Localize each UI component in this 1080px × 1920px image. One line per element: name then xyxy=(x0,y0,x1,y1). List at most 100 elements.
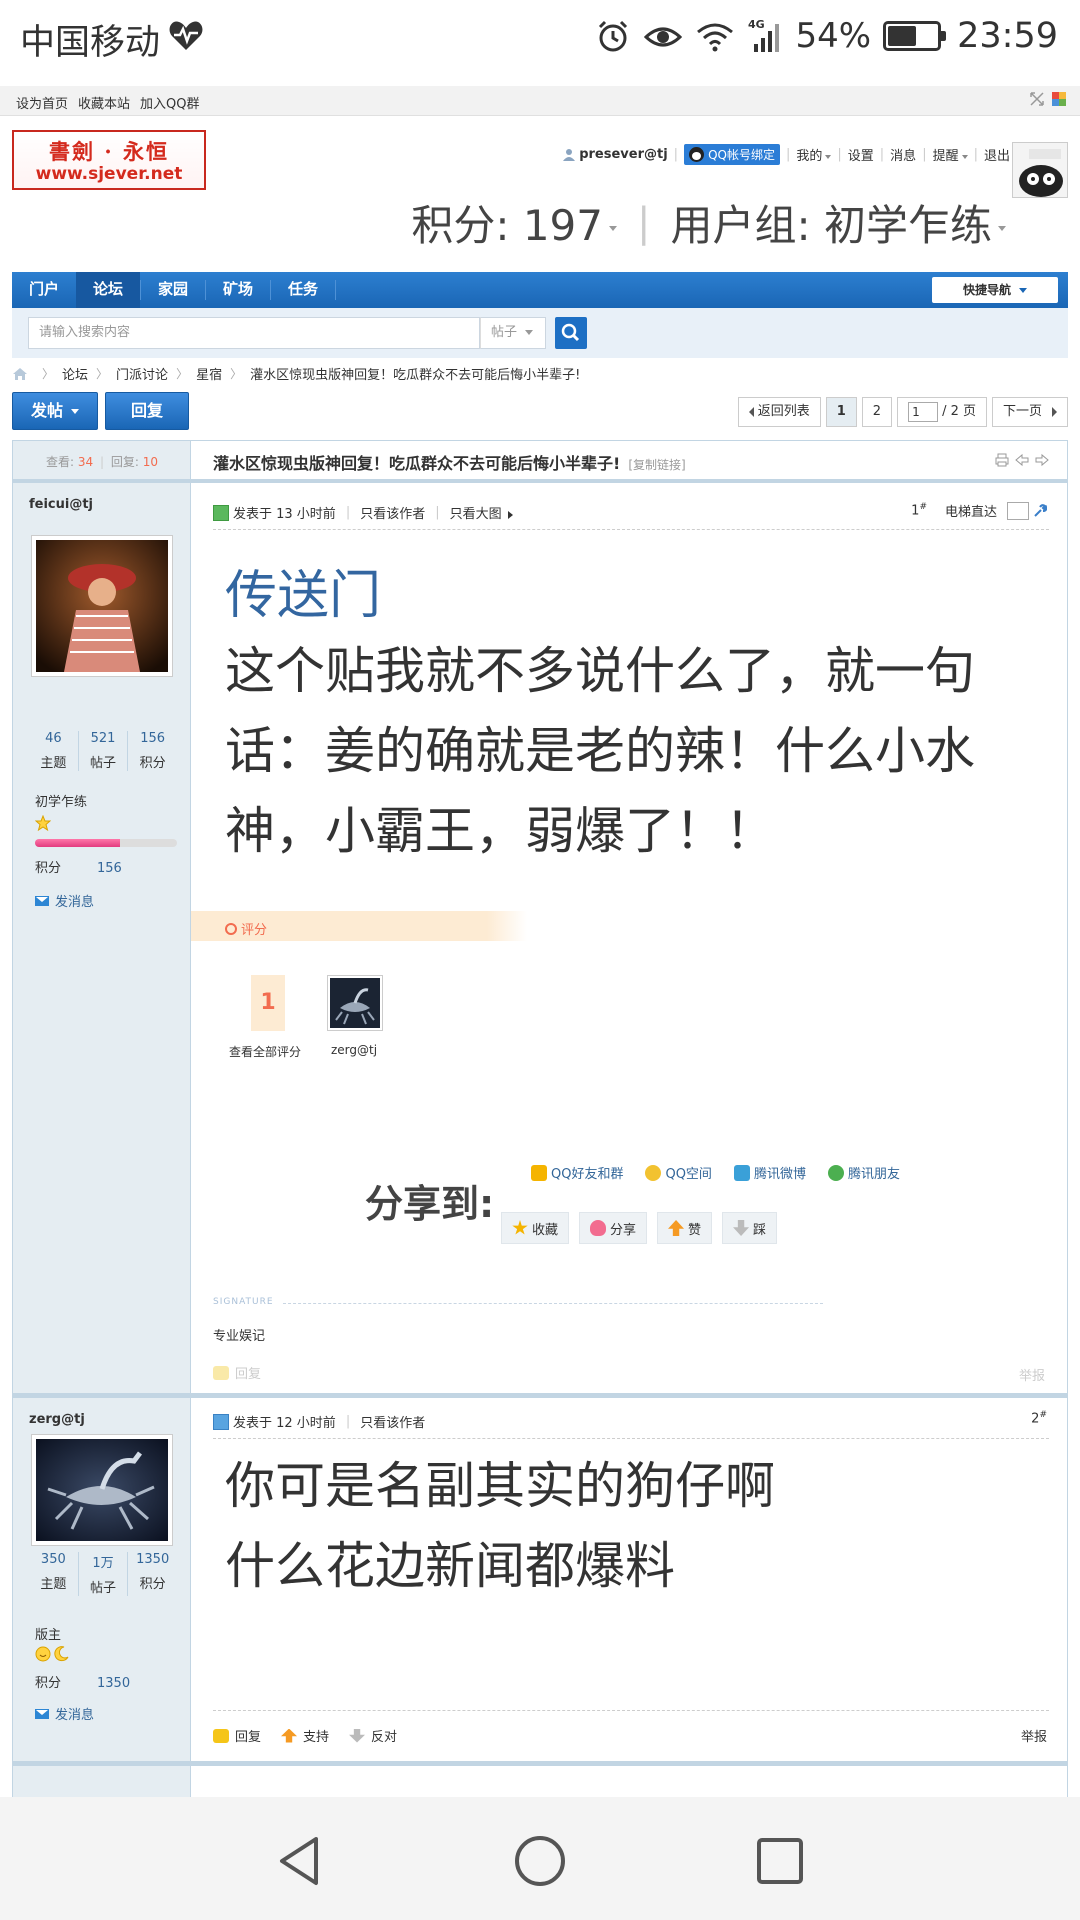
dislike-button[interactable]: 踩 xyxy=(722,1212,778,1244)
search-input[interactable]: 请输入搜索内容 xyxy=(28,317,480,349)
quick-nav-button[interactable]: 快捷导航 xyxy=(932,277,1058,303)
page-jump-input[interactable]: 1 xyxy=(908,402,939,422)
nav-home[interactable]: 家园 xyxy=(141,272,205,308)
logout-link[interactable]: 退出 xyxy=(984,145,1010,164)
only-author-link[interactable]: 只看该作者 xyxy=(360,1412,425,1431)
posts-count[interactable]: 1万 xyxy=(79,1552,128,1571)
topics-count[interactable]: 350 xyxy=(29,1552,78,1567)
search-bar: 请输入搜索内容 帖子 xyxy=(12,308,1068,358)
fullscreen-icon[interactable] xyxy=(1030,92,1044,106)
credits-count[interactable]: 156 xyxy=(128,731,177,746)
topics-count[interactable]: 46 xyxy=(29,731,78,746)
breadcrumb-xingxiu[interactable]: 星宿 xyxy=(196,364,222,383)
qq-bind-button[interactable]: QQ帐号绑定 xyxy=(684,144,780,165)
weibo-icon xyxy=(733,1164,750,1181)
support-button[interactable]: 支持 xyxy=(281,1726,329,1745)
share-qzone[interactable]: QQ空间 xyxy=(645,1163,712,1182)
breadcrumb-forum[interactable]: 论坛 xyxy=(62,364,88,383)
next-page-button[interactable]: 下一页 xyxy=(991,397,1068,427)
my-avatar[interactable] xyxy=(1012,142,1068,198)
prev-thread-icon[interactable] xyxy=(1015,453,1029,467)
only-author-link[interactable]: 只看该作者 xyxy=(360,503,425,522)
next-thread-icon[interactable] xyxy=(1035,453,1049,467)
big-image-link[interactable]: 只看大图 xyxy=(450,503,513,522)
offline-status-icon xyxy=(213,1413,229,1430)
home-icon[interactable] xyxy=(12,367,28,381)
battery-percent: 54% xyxy=(795,16,872,56)
reply-icon xyxy=(213,1365,229,1380)
post-line-2: 什么花边新闻都爆料 xyxy=(225,1537,675,1595)
my-menu[interactable]: 我的 xyxy=(796,145,832,164)
username-link[interactable]: presever@tj xyxy=(579,147,667,162)
clock: 23:59 xyxy=(957,16,1058,56)
reply-button[interactable]: 回复 xyxy=(105,392,189,430)
report-link[interactable]: 举报 xyxy=(1021,1726,1047,1745)
level-progress-bar xyxy=(35,839,177,847)
bookmark-site-link[interactable]: 收藏本站 xyxy=(78,93,130,112)
reminders-menu[interactable]: 提醒 xyxy=(933,145,968,164)
credits-count[interactable]: 1350 xyxy=(128,1552,177,1567)
nav-mine[interactable]: 矿场 xyxy=(206,272,270,308)
credits-bar: 积分: 197 | 用户组: 初学乍练 xyxy=(411,192,1006,253)
back-icon[interactable] xyxy=(272,1833,328,1889)
main-nav: 门户 论坛 家园 矿场 任务 快捷导航 xyxy=(12,272,1068,308)
rater-avatar[interactable] xyxy=(327,975,383,1031)
share-qq-friends[interactable]: QQ好友和群 xyxy=(531,1163,623,1182)
breadcrumb-sect-discussion[interactable]: 门派讨论 xyxy=(116,364,168,383)
author-avatar[interactable] xyxy=(31,1434,173,1546)
reply-to-post-button[interactable]: 回复 xyxy=(213,1726,261,1745)
post-author[interactable]: feicui@tj xyxy=(29,497,93,512)
post-author[interactable]: zerg@tj xyxy=(29,1412,85,1427)
online-status-icon xyxy=(213,504,229,521)
breadcrumb-thread[interactable]: 灌水区惊现虫版神回复！吃瓜群众不去可能后悔小半辈子! xyxy=(250,364,580,383)
page-2[interactable]: 2 xyxy=(861,397,893,427)
posts-count[interactable]: 521 xyxy=(79,731,128,746)
search-button[interactable] xyxy=(555,317,587,349)
chevron-right-icon xyxy=(1052,406,1057,417)
post-meta: 发表于 13 小时前 | 只看该作者 | 只看大图 xyxy=(213,503,513,522)
author-avatar[interactable] xyxy=(31,535,173,677)
envelope-icon xyxy=(35,1708,49,1719)
copy-link[interactable]: [复制链接] xyxy=(628,458,685,472)
wrench-icon[interactable] xyxy=(1033,503,1047,518)
elevator-input[interactable] xyxy=(1007,501,1029,520)
send-message-link[interactable]: 发消息 xyxy=(35,1704,94,1723)
nav-forum[interactable]: 论坛 xyxy=(76,272,140,308)
set-homepage-link[interactable]: 设为首页 xyxy=(16,93,68,112)
print-icon[interactable] xyxy=(995,453,1009,467)
theme-color-icon[interactable] xyxy=(1052,92,1066,106)
recent-apps-icon[interactable] xyxy=(752,1833,808,1889)
portal-link[interactable]: 传送门 xyxy=(225,553,381,628)
credits-score[interactable]: 积分: 197 xyxy=(411,192,617,253)
user-group[interactable]: 用户组: 初学乍练 xyxy=(670,192,1006,253)
share-button[interactable]: 分享 xyxy=(579,1212,648,1244)
new-post-button[interactable]: 发帖 xyxy=(12,392,98,430)
page-jump: 1 / 2 页 xyxy=(897,397,987,427)
send-message-link[interactable]: 发消息 xyxy=(35,891,94,910)
messages-link[interactable]: 消息 xyxy=(890,145,916,164)
nav-tasks[interactable]: 任务 xyxy=(271,272,335,308)
signature-label: SIGNATURE xyxy=(213,1297,274,1307)
post-line-2: 话：姜的确就是老的辣！什么小水 xyxy=(225,722,975,780)
share-tencent-friends[interactable]: 腾讯朋友 xyxy=(827,1163,900,1182)
site-logo[interactable]: 書劍 · 永恒 www.sjever.net xyxy=(12,130,206,190)
floor-number[interactable]: 2# xyxy=(1031,1410,1047,1426)
view-all-ratings-link[interactable]: 查看全部评分 xyxy=(229,1043,301,1060)
page-1[interactable]: 1 xyxy=(825,397,857,427)
floor-number[interactable]: 1# xyxy=(911,502,927,518)
back-to-list-button[interactable]: 返回列表 xyxy=(737,397,821,427)
report-link[interactable]: 举报 xyxy=(1019,1365,1045,1384)
favorite-button[interactable]: 收藏 xyxy=(501,1212,570,1244)
rating-count[interactable]: 1 xyxy=(251,975,285,1031)
home-button-icon[interactable] xyxy=(512,1833,568,1889)
join-qq-group-link[interactable]: 加入QQ群 xyxy=(140,93,199,112)
share-tencent-weibo[interactable]: 腾讯微博 xyxy=(733,1163,806,1182)
search-type-select[interactable]: 帖子 xyxy=(480,317,546,349)
reply-to-post-button[interactable]: 回复 xyxy=(213,1363,261,1382)
oppose-button[interactable]: 反对 xyxy=(349,1726,397,1745)
settings-link[interactable]: 设置 xyxy=(848,145,874,164)
rater-name[interactable]: zerg@tj xyxy=(331,1043,377,1057)
like-button[interactable]: 赞 xyxy=(657,1212,713,1244)
chevron-down-icon xyxy=(825,154,832,159)
nav-portal[interactable]: 门户 xyxy=(12,272,76,308)
